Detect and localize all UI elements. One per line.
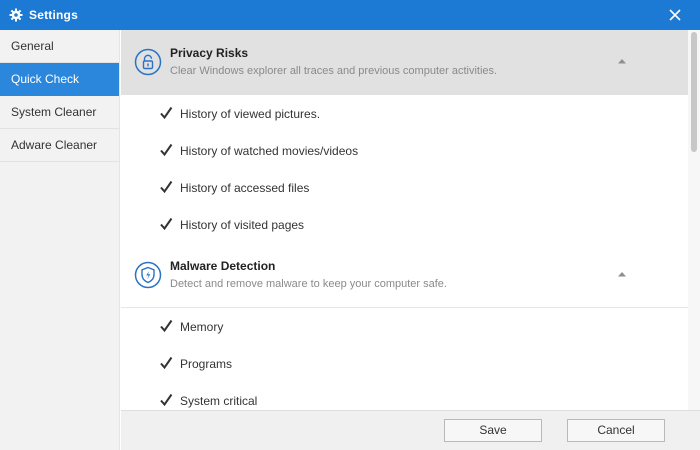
checklist-item: History of watched movies/videos xyxy=(121,132,688,169)
section-header-privacy-risks[interactable]: Privacy Risks Clear Windows explorer all… xyxy=(121,30,688,95)
checklist-item: Memory xyxy=(121,308,688,345)
title-bar: Settings xyxy=(0,0,700,30)
checklist-item: History of accessed files xyxy=(121,169,688,206)
checklist-item-label: History of accessed files xyxy=(180,181,310,195)
chevron-up-icon[interactable] xyxy=(618,58,626,64)
shield-icon xyxy=(134,261,162,289)
checklist-item: History of visited pages xyxy=(121,206,688,243)
checkbox-checked[interactable] xyxy=(159,319,173,333)
checkbox-checked[interactable] xyxy=(159,356,173,370)
section-description: Clear Windows explorer all traces and pr… xyxy=(170,65,498,77)
sidebar-item-system-cleaner[interactable]: System Cleaner xyxy=(0,96,119,129)
chevron-up-icon[interactable] xyxy=(618,271,626,277)
section-description: Detect and remove malware to keep your c… xyxy=(170,278,447,290)
scrollbar-thumb[interactable] xyxy=(691,32,697,152)
checkbox-checked[interactable] xyxy=(159,143,173,157)
window-title: Settings xyxy=(29,8,78,22)
section-title: Malware Detection xyxy=(170,259,276,273)
section-header-malware-detection[interactable]: Malware Detection Detect and remove malw… xyxy=(121,243,688,308)
section-title: Privacy Risks xyxy=(170,46,249,60)
settings-content: Privacy Risks Clear Windows explorer all… xyxy=(121,30,688,410)
checkbox-checked[interactable] xyxy=(159,217,173,231)
checklist-item: Programs xyxy=(121,345,688,382)
checkbox-checked[interactable] xyxy=(159,393,173,407)
gear-icon xyxy=(9,8,23,22)
checklist-item: History of viewed pictures. xyxy=(121,95,688,132)
checklist-item-label: History of visited pages xyxy=(180,218,305,232)
checklist-item-label: History of viewed pictures. xyxy=(180,107,321,121)
checklist-item-label: System critical xyxy=(180,394,258,408)
checklist-item: System critical xyxy=(121,382,688,410)
checkbox-checked[interactable] xyxy=(159,180,173,194)
sidebar-item-adware-cleaner[interactable]: Adware Cleaner xyxy=(0,129,119,162)
footer: Save Cancel xyxy=(121,410,700,450)
save-button[interactable]: Save xyxy=(444,419,542,442)
close-icon[interactable] xyxy=(668,8,682,22)
cancel-button[interactable]: Cancel xyxy=(567,419,665,442)
vertical-scrollbar[interactable] xyxy=(688,30,700,410)
lock-icon xyxy=(134,48,162,76)
checklist-item-label: History of watched movies/videos xyxy=(180,144,359,158)
sidebar: General Quick Check System Cleaner Adwar… xyxy=(0,30,120,450)
sidebar-item-quick-check[interactable]: Quick Check xyxy=(0,63,119,96)
sidebar-item-general[interactable]: General xyxy=(0,30,119,63)
checklist-item-label: Memory xyxy=(180,320,224,334)
checkbox-checked[interactable] xyxy=(159,106,173,120)
checklist-item-label: Programs xyxy=(180,357,233,371)
